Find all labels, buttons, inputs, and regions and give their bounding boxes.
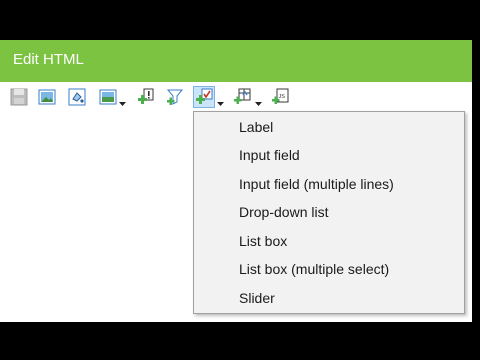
save-icon	[10, 88, 28, 106]
insert-field-icon	[138, 88, 154, 104]
menu-item-text: List box	[239, 233, 288, 249]
filter-button[interactable]	[164, 86, 186, 108]
menu-item-slider[interactable]: Slider	[195, 284, 463, 312]
insert-form-control-icon	[196, 88, 213, 104]
menu-item-text: Input field (multiple lines)	[239, 176, 394, 192]
toolbar: JS	[0, 82, 472, 112]
window-title: Edit HTML	[13, 51, 84, 68]
form-control-dropdown-menu: Label Input field Input field (multiple …	[193, 111, 465, 314]
fill-color-icon	[68, 88, 86, 106]
menu-item-text: Slider	[239, 290, 275, 306]
insert-javascript-icon: JS	[272, 88, 289, 104]
insert-table-button[interactable]	[231, 86, 253, 108]
title-bar: Edit HTML	[0, 40, 472, 82]
insert-form-control-button[interactable]	[193, 86, 215, 108]
menu-item-text: List box (multiple select)	[239, 261, 390, 277]
menu-item-text: Label	[239, 119, 274, 135]
menu-item-input-field-multiline[interactable]: Input field (multiple lines)	[195, 170, 463, 198]
insert-image-button[interactable]	[36, 86, 58, 108]
chevron-down-icon[interactable]	[217, 94, 224, 106]
screen: Edit HTML JS Label Input field Input fie…	[0, 0, 480, 360]
menu-item-drop-down-list[interactable]: Drop-down list	[195, 198, 463, 226]
chevron-down-icon[interactable]	[119, 94, 126, 106]
chevron-down-icon[interactable]	[255, 94, 262, 106]
menu-item-list-box[interactable]: List box	[195, 227, 463, 255]
save-button[interactable]	[8, 86, 30, 108]
insert-javascript-button[interactable]: JS	[269, 86, 291, 108]
image-icon	[38, 89, 56, 105]
background-image-icon	[99, 89, 117, 105]
menu-item-input-field[interactable]: Input field	[195, 141, 463, 169]
insert-field-button[interactable]	[135, 86, 157, 108]
menu-item-label[interactable]: Label	[195, 113, 463, 141]
svg-text:JS: JS	[279, 94, 286, 100]
menu-item-text: Drop-down list	[239, 204, 329, 220]
insert-table-icon	[234, 88, 251, 104]
filter-icon	[166, 89, 184, 105]
fill-color-button[interactable]	[66, 86, 88, 108]
background-image-button[interactable]	[97, 86, 119, 108]
menu-item-list-box-multiple[interactable]: List box (multiple select)	[195, 255, 463, 283]
menu-item-text: Input field	[239, 147, 300, 163]
